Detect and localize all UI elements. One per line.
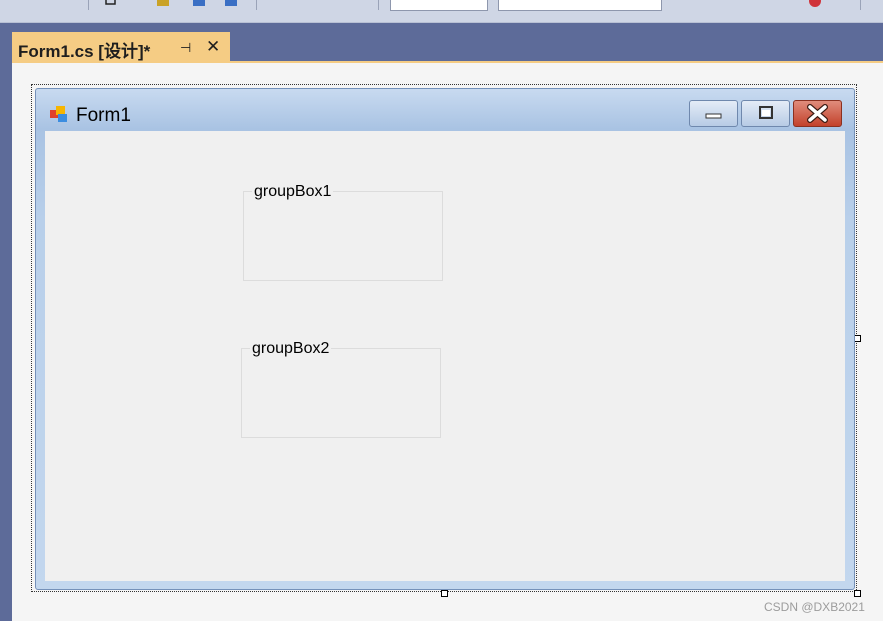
minimize-icon (705, 113, 722, 119)
maximize-button[interactable] (741, 100, 790, 127)
pin-icon[interactable]: ⊣ (180, 40, 191, 56)
resize-handle-bottom-right[interactable] (854, 590, 861, 597)
close-tab-icon[interactable]: ✕ (206, 37, 220, 57)
stop-icon[interactable] (808, 0, 822, 8)
close-button[interactable] (793, 100, 842, 127)
platform-dropdown[interactable] (498, 0, 662, 11)
group-box-2[interactable]: groupBox2 (241, 340, 441, 438)
resize-handle-bottom[interactable] (441, 590, 448, 597)
close-icon (807, 104, 828, 123)
copy-icon[interactable] (104, 0, 118, 8)
form-client-area[interactable]: groupBox1 groupBox2 (45, 131, 845, 581)
folder-icon[interactable] (156, 0, 170, 8)
form-window[interactable]: Form1 groupBox1 groupBox2 (35, 88, 855, 590)
tab-form1-designer[interactable]: Form1.cs [设计]* ⊣ ✕ (12, 32, 230, 62)
windows-form-icon (50, 106, 67, 122)
save-all-icon[interactable] (224, 0, 238, 8)
toolbar (0, 0, 883, 23)
save-icon[interactable] (192, 0, 206, 8)
resize-handle-right[interactable] (854, 335, 861, 342)
maximize-icon (759, 106, 773, 119)
group-box-1-label: groupBox1 (252, 183, 334, 201)
group-box-1[interactable]: groupBox1 (243, 183, 443, 281)
configuration-dropdown[interactable] (390, 0, 488, 11)
form-title: Form1 (76, 105, 131, 126)
group-box-2-label: groupBox2 (250, 340, 332, 358)
minimize-button[interactable] (689, 100, 738, 127)
watermark: CSDN @DXB2021 (764, 600, 865, 614)
toolbar-separator (378, 0, 379, 10)
toolbar-separator (88, 0, 89, 10)
toolbar-separator (860, 0, 861, 10)
toolbar-separator (256, 0, 257, 10)
tab-title: Form1.cs [设计]* (18, 42, 151, 61)
